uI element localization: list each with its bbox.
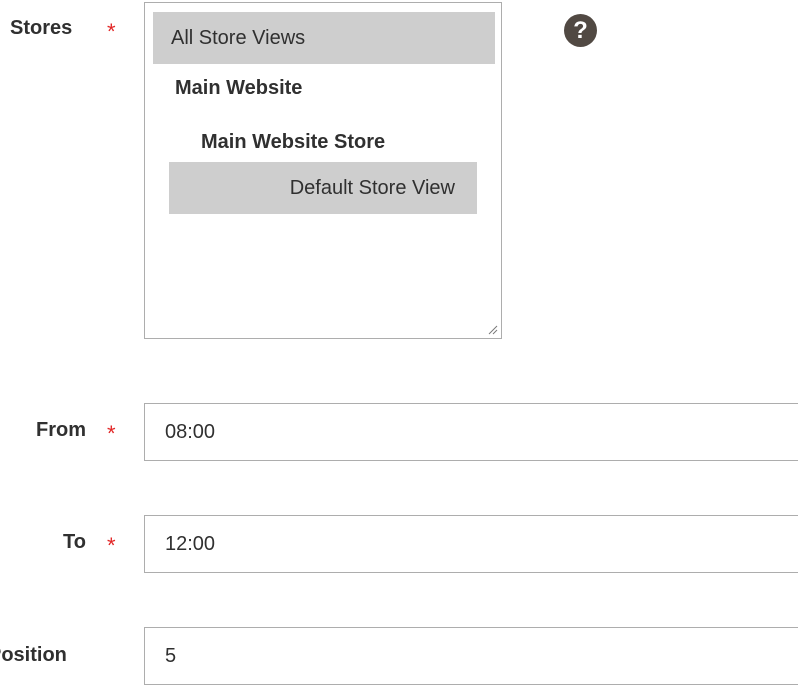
stores-multiselect[interactable]: All Store Views Main Website Main Websit… [144,2,502,339]
stores-required-mark: * [107,19,116,44]
option-group-main-website-store: Main Website Store [201,131,386,153]
option-default-store-view[interactable]: Default Store View [169,162,477,214]
from-required-mark: * [107,421,116,446]
from-label: From [36,419,86,441]
to-time-input[interactable]: 12:00 [144,515,798,573]
stores-label: Stores [10,17,73,39]
question-circle-icon[interactable]: ? [564,14,597,47]
option-group-main-website: Main Website [175,77,303,99]
to-label: To [63,531,86,553]
option-all-store-views[interactable]: All Store Views [153,12,495,64]
to-required-mark: * [107,533,116,558]
position-label: Position [0,644,67,666]
from-time-input[interactable]: 08:00 [144,403,798,461]
position-input[interactable]: 5 [144,627,798,685]
resize-handle-icon[interactable] [488,325,498,335]
